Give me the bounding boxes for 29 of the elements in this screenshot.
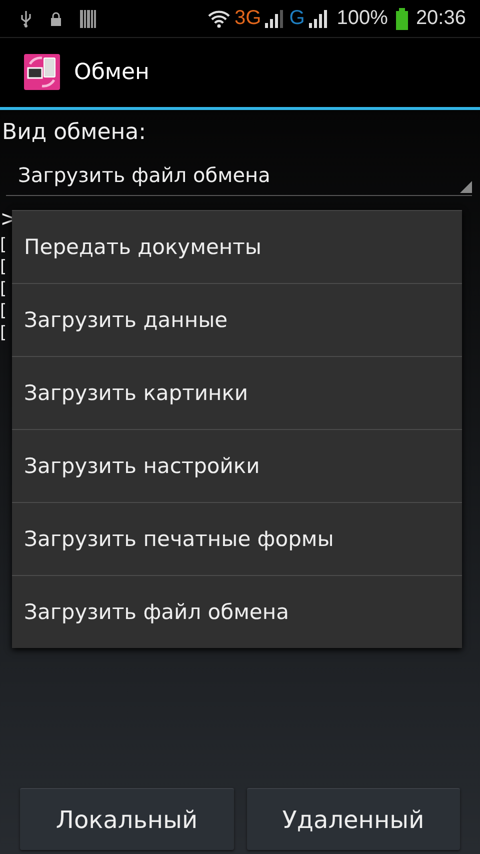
action-button[interactable]: Локальный (20, 788, 234, 850)
menu-item[interactable]: Загрузить данные (12, 283, 462, 356)
dropdown-corner-icon (460, 181, 472, 193)
menu-item[interactable]: Загрузить картинки (12, 356, 462, 429)
network-type-label: G (289, 7, 305, 30)
signal-icon (265, 10, 286, 28)
clock: 20:36 (416, 7, 466, 30)
menu-item[interactable]: Передать документы (12, 211, 462, 283)
log-text: [ (0, 278, 7, 300)
network-type-label: 3G (234, 7, 262, 30)
app-icon (24, 54, 60, 92)
signal-icon (308, 10, 329, 28)
battery-icon (396, 8, 408, 30)
log-text: [ (0, 234, 7, 256)
barcode-icon (80, 10, 96, 28)
lock-icon (50, 12, 62, 26)
log-text: [ (0, 256, 7, 278)
menu-item[interactable]: Загрузить файл обмена (12, 575, 462, 648)
menu-item[interactable]: Загрузить настройки (12, 429, 462, 502)
wifi-icon (206, 10, 231, 28)
menu-item[interactable]: Загрузить печатные формы (12, 502, 462, 575)
app-title: Обмен (74, 60, 150, 85)
usb-icon (20, 10, 32, 28)
action-button[interactable]: Удаленный (246, 788, 460, 850)
battery-percent: 100% (336, 7, 388, 30)
log-text: [ (0, 300, 7, 322)
exchange-type-dropdown[interactable]: Загрузить файл обмена (6, 157, 472, 196)
log-text: [ (0, 322, 7, 344)
field-label: Вид обмена: (1, 119, 148, 145)
